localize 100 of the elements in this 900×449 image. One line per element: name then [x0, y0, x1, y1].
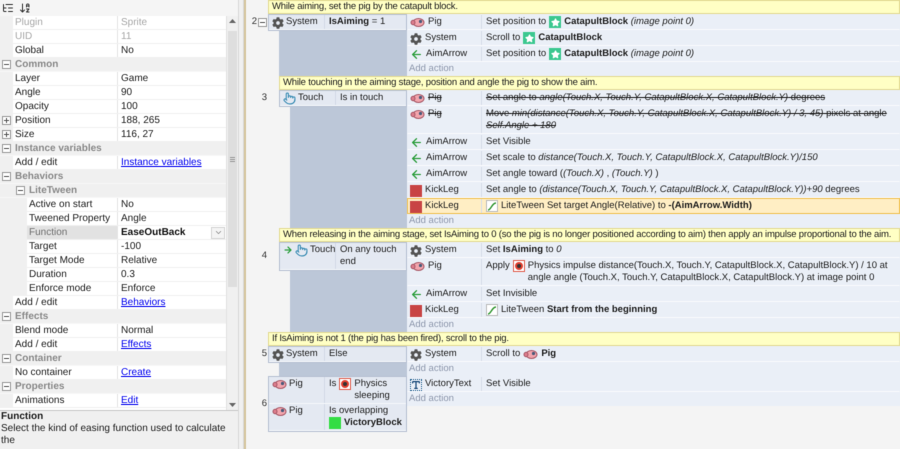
scrollbar[interactable] [226, 16, 238, 410]
collapse-icon[interactable] [2, 144, 11, 153]
property-link[interactable]: Effects [121, 337, 152, 352]
property-value: 100 [121, 100, 138, 114]
property-value: Enforce [121, 282, 156, 296]
comment[interactable]: If IsAiming is not 1 (the pig has been fired), scroll to the pig. [268, 332, 900, 346]
action-row[interactable]: AimArrow Set Invisible [407, 286, 900, 302]
action-row[interactable]: AimArrow Set position to CatapultBlock (image point 0) [407, 46, 900, 62]
property-name[interactable]: Size [13, 128, 117, 141]
object-name: AimArrow [426, 48, 468, 60]
property-name[interactable]: Duration [27, 268, 117, 281]
event-number: 5 [262, 347, 267, 362]
property-name[interactable]: Add / edit [13, 296, 117, 309]
comment[interactable]: While aiming, set the pig by the catapult block. [268, 0, 900, 14]
action-row[interactable]: AimArrow Set Visible [407, 134, 900, 150]
property-name[interactable]: Target Mode [27, 254, 117, 267]
action-row[interactable]: KickLeg LiteTween Start from the beginning [407, 302, 900, 318]
action-row[interactable]: System Scroll to Pig [407, 346, 900, 362]
collapse-icon[interactable] [258, 18, 267, 27]
property-value: 116, 27 [121, 128, 154, 142]
tween-icon [486, 304, 498, 316]
object-name: KickLeg [425, 304, 459, 316]
comment[interactable]: When releasing in the aiming stage, set IsAiming to 0 (so the pig is no longer positioned according to aim) then apply an impulse proportional to the aim. [279, 228, 900, 242]
property-value: No [121, 198, 134, 212]
property-value: Normal [121, 324, 154, 338]
arrow-icon [410, 168, 423, 181]
action-row[interactable]: System Set IsAiming to 0 [407, 242, 900, 258]
object-name: Pig [289, 378, 303, 390]
scroll-down-icon[interactable] [229, 403, 236, 407]
condition-row[interactable]: Touch Is in touch [280, 91, 406, 106]
statement-text: Set Invisible [486, 288, 538, 300]
action-row[interactable]: KickLeg LiteTween Set target Angle(Relative) to -(AimArrow.Width) [407, 198, 900, 214]
condition-row[interactable]: System IsAiming = 1 [269, 15, 406, 30]
property-name[interactable]: Active on start [27, 198, 117, 211]
property-name[interactable]: Global [13, 44, 117, 57]
property-name[interactable]: No container [13, 366, 117, 379]
pig-icon [272, 406, 287, 417]
action-row[interactable]: Pig Apply Physics impulse distance(Touch.X, Touch.Y, CatapultBlock.X, CatapultBlock.Y) / 10 at angle angle (Touch.X, Touch.Y, CatapultBlock.X, CatapultBlock.Y) at image point 0 [407, 258, 900, 286]
collapse-icon[interactable] [2, 60, 11, 69]
property-name[interactable]: Blend mode [13, 324, 117, 337]
property-name[interactable]: Target [27, 240, 117, 253]
property-name[interactable]: Add / edit [13, 156, 117, 169]
property-link[interactable]: Create [121, 365, 152, 380]
collapse-icon[interactable] [16, 186, 25, 195]
condition-row[interactable]: Touch On any touch end [280, 243, 406, 270]
statement-text: Set Visible [486, 136, 532, 148]
condition-row[interactable]: Pig Is Physics sleeping [269, 377, 406, 404]
statement-text: LiteTween Set target Angle(Relative) to -(AimArrow.Width) [501, 200, 753, 212]
action-row[interactable]: AimArrow Set angle toward ((Touch.X) , (Touch.Y) ) [407, 166, 900, 182]
property-name[interactable]: Add / edit [13, 338, 117, 351]
statement-text: Is in touch [340, 92, 384, 104]
hand-icon [295, 244, 308, 257]
property-link[interactable]: Instance variables [121, 155, 202, 170]
property-value: Angle [121, 212, 147, 226]
sort-icon[interactable] [19, 2, 31, 14]
comment[interactable]: While touching in the aiming stage, position and angle the pig to show the aim. [279, 76, 900, 90]
action-row[interactable]: System Scroll to CatapultBlock [407, 30, 900, 46]
collapse-icon[interactable] [2, 382, 11, 391]
collapse-icon[interactable] [2, 172, 11, 181]
scrollbar-thumb[interactable] [228, 31, 237, 287]
pig-icon [410, 109, 425, 120]
statement-text: Scroll to [486, 348, 520, 360]
arrow-icon [410, 152, 423, 165]
statement-text: Physics sleeping [354, 378, 391, 402]
property-name[interactable]: Enforce mode [27, 282, 117, 295]
action-row[interactable]: Pig Set position to CatapultBlock (image point 0) [407, 14, 900, 30]
property-name[interactable]: Function [27, 226, 117, 239]
property-link[interactable]: Behaviors [121, 295, 166, 310]
gear-icon [272, 17, 284, 29]
scroll-up-icon[interactable] [229, 19, 236, 23]
square-icon [410, 305, 422, 317]
object-name: System [286, 16, 318, 28]
condition-row[interactable]: System Else [269, 347, 406, 362]
property-link[interactable]: Edit [121, 393, 138, 408]
condition-row[interactable]: Pig Is overlapping VictoryBlock [269, 404, 406, 431]
tween-icon [486, 200, 498, 212]
statement-text: Else [329, 348, 348, 360]
object-name: KickLeg [425, 184, 459, 196]
categorized-icon[interactable] [2, 2, 14, 14]
property-name[interactable]: Animations [13, 394, 117, 407]
property-name[interactable]: Tweened Property [27, 212, 117, 225]
property-name[interactable]: Opacity [13, 100, 117, 113]
statement-text: LiteTween Start from the beginning [501, 304, 658, 316]
collapse-icon[interactable] [2, 354, 11, 363]
statement-text: Apply [486, 260, 510, 272]
statement-text: Scroll to [486, 32, 520, 44]
property-name[interactable]: Layer [13, 72, 117, 85]
action-row[interactable]: AimArrow Set scale to distance(Touch.X, Touch.Y, CatapultBlock.X, CatapultBlock.Y)/150 [407, 150, 900, 166]
target-icon [512, 260, 525, 272]
pig-icon [410, 261, 425, 272]
action-row[interactable]: VictoryText Set Visible [407, 376, 900, 392]
gear-icon [410, 349, 422, 361]
object-name: System [286, 348, 318, 360]
statement-text: Is overlapping [329, 405, 388, 417]
object-name: Pig [428, 16, 442, 28]
statement-text: CatapultBlock [538, 32, 604, 44]
property-name[interactable]: Angle [13, 86, 117, 99]
action-row[interactable]: KickLeg Set angle to (distance(Touch.X, Touch.Y, CatapultBlock.X, CatapultBlock.Y))+90 degrees [407, 182, 900, 198]
collapse-icon[interactable] [2, 312, 11, 321]
property-name[interactable]: Position [13, 114, 117, 127]
